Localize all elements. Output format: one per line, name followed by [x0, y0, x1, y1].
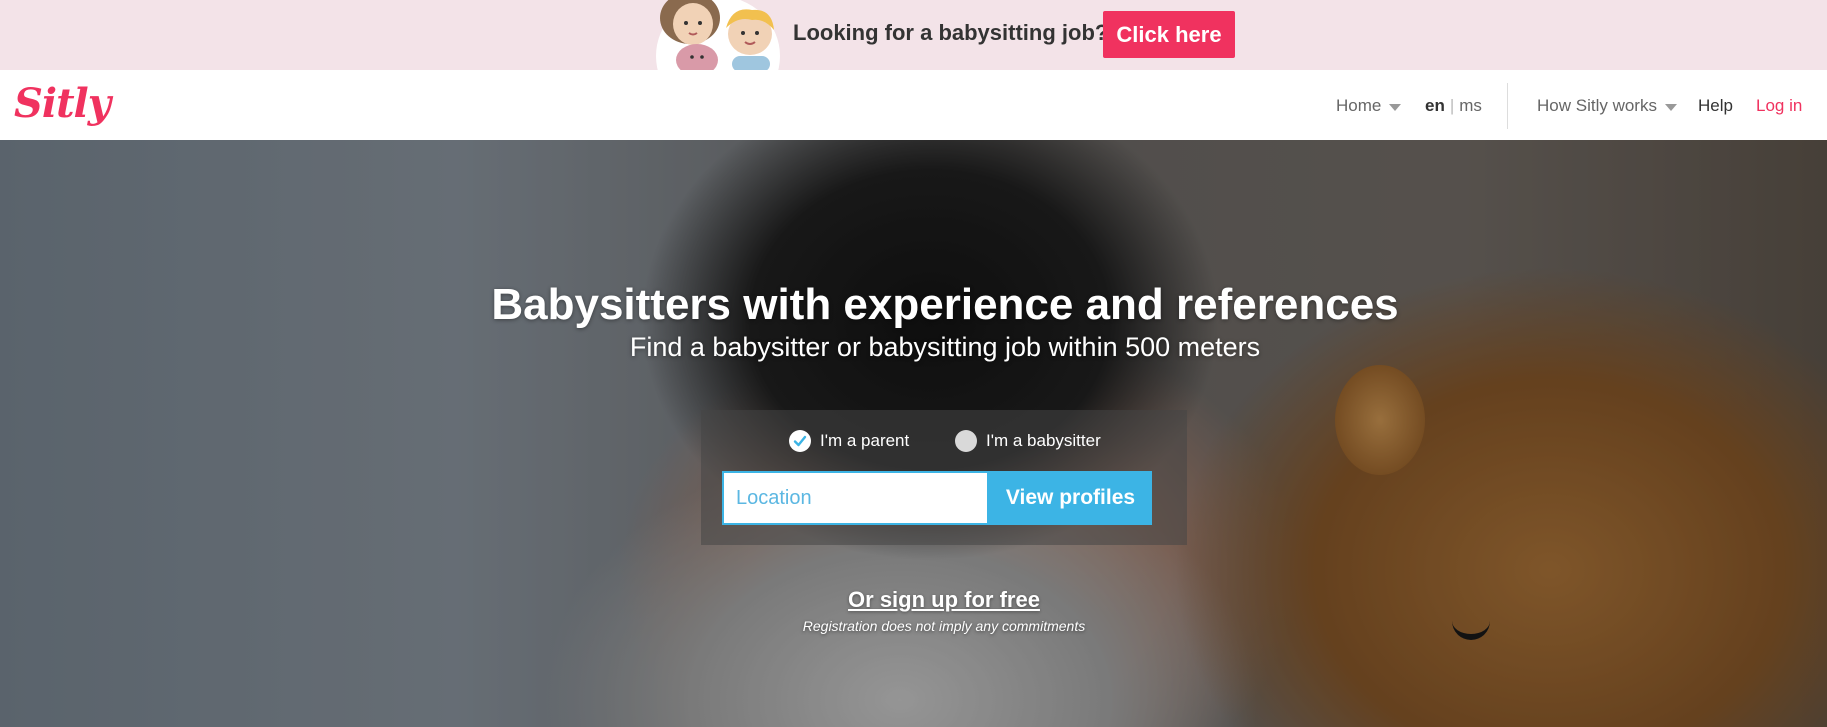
role-parent-label: I'm a parent [820, 431, 910, 450]
hero-section: Babysitters with experience and referenc… [0, 140, 1827, 727]
role-babysitter-radio[interactable]: I'm a babysitter [955, 430, 1101, 452]
location-input[interactable] [722, 471, 989, 525]
top-navigation: Sitly Home en | ms How Sitly works Help … [0, 70, 1827, 140]
radio-empty-icon [955, 430, 977, 452]
nav-help-link[interactable]: Help [1698, 96, 1733, 116]
chevron-down-icon [1389, 103, 1402, 111]
nav-divider [1507, 83, 1508, 129]
language-ms-link[interactable]: ms [1459, 96, 1482, 116]
signup-link[interactable]: Or sign up for free [0, 587, 1827, 613]
role-babysitter-label: I'm a babysitter [986, 431, 1101, 450]
view-profiles-button[interactable]: View profiles [989, 471, 1152, 525]
nav-login-link[interactable]: Log in [1756, 96, 1802, 116]
sitly-logo[interactable]: Sitly [14, 80, 111, 127]
hero-title: Babysitters with experience and referenc… [491, 280, 1399, 329]
checkmark-icon [789, 430, 811, 452]
language-separator: | [1449, 96, 1455, 115]
signup-note: Registration does not imply any commitme… [802, 618, 1086, 634]
chevron-down-icon [1664, 103, 1677, 111]
promo-text: Looking for a babysitting job? [793, 20, 1109, 45]
nav-home-menu[interactable]: Home [1336, 96, 1402, 116]
hero-subtitle: Find a babysitter or babysitting job wit… [629, 332, 1261, 362]
parent-and-children-illustration-icon [656, 0, 780, 70]
language-en-link[interactable]: en [1425, 96, 1445, 116]
language-switcher: en | ms [1425, 96, 1482, 116]
nav-how-it-works-label: How Sitly works [1537, 96, 1657, 115]
click-here-button[interactable]: Click here [1103, 11, 1235, 58]
promo-banner: Looking for a babysitting job? Click her… [0, 0, 1827, 70]
nav-how-it-works-menu[interactable]: How Sitly works [1537, 96, 1677, 116]
nav-home-label: Home [1336, 96, 1382, 115]
role-parent-radio[interactable]: I'm a parent [789, 430, 909, 452]
search-panel: I'm a parent I'm a babysitter View profi… [701, 410, 1187, 545]
